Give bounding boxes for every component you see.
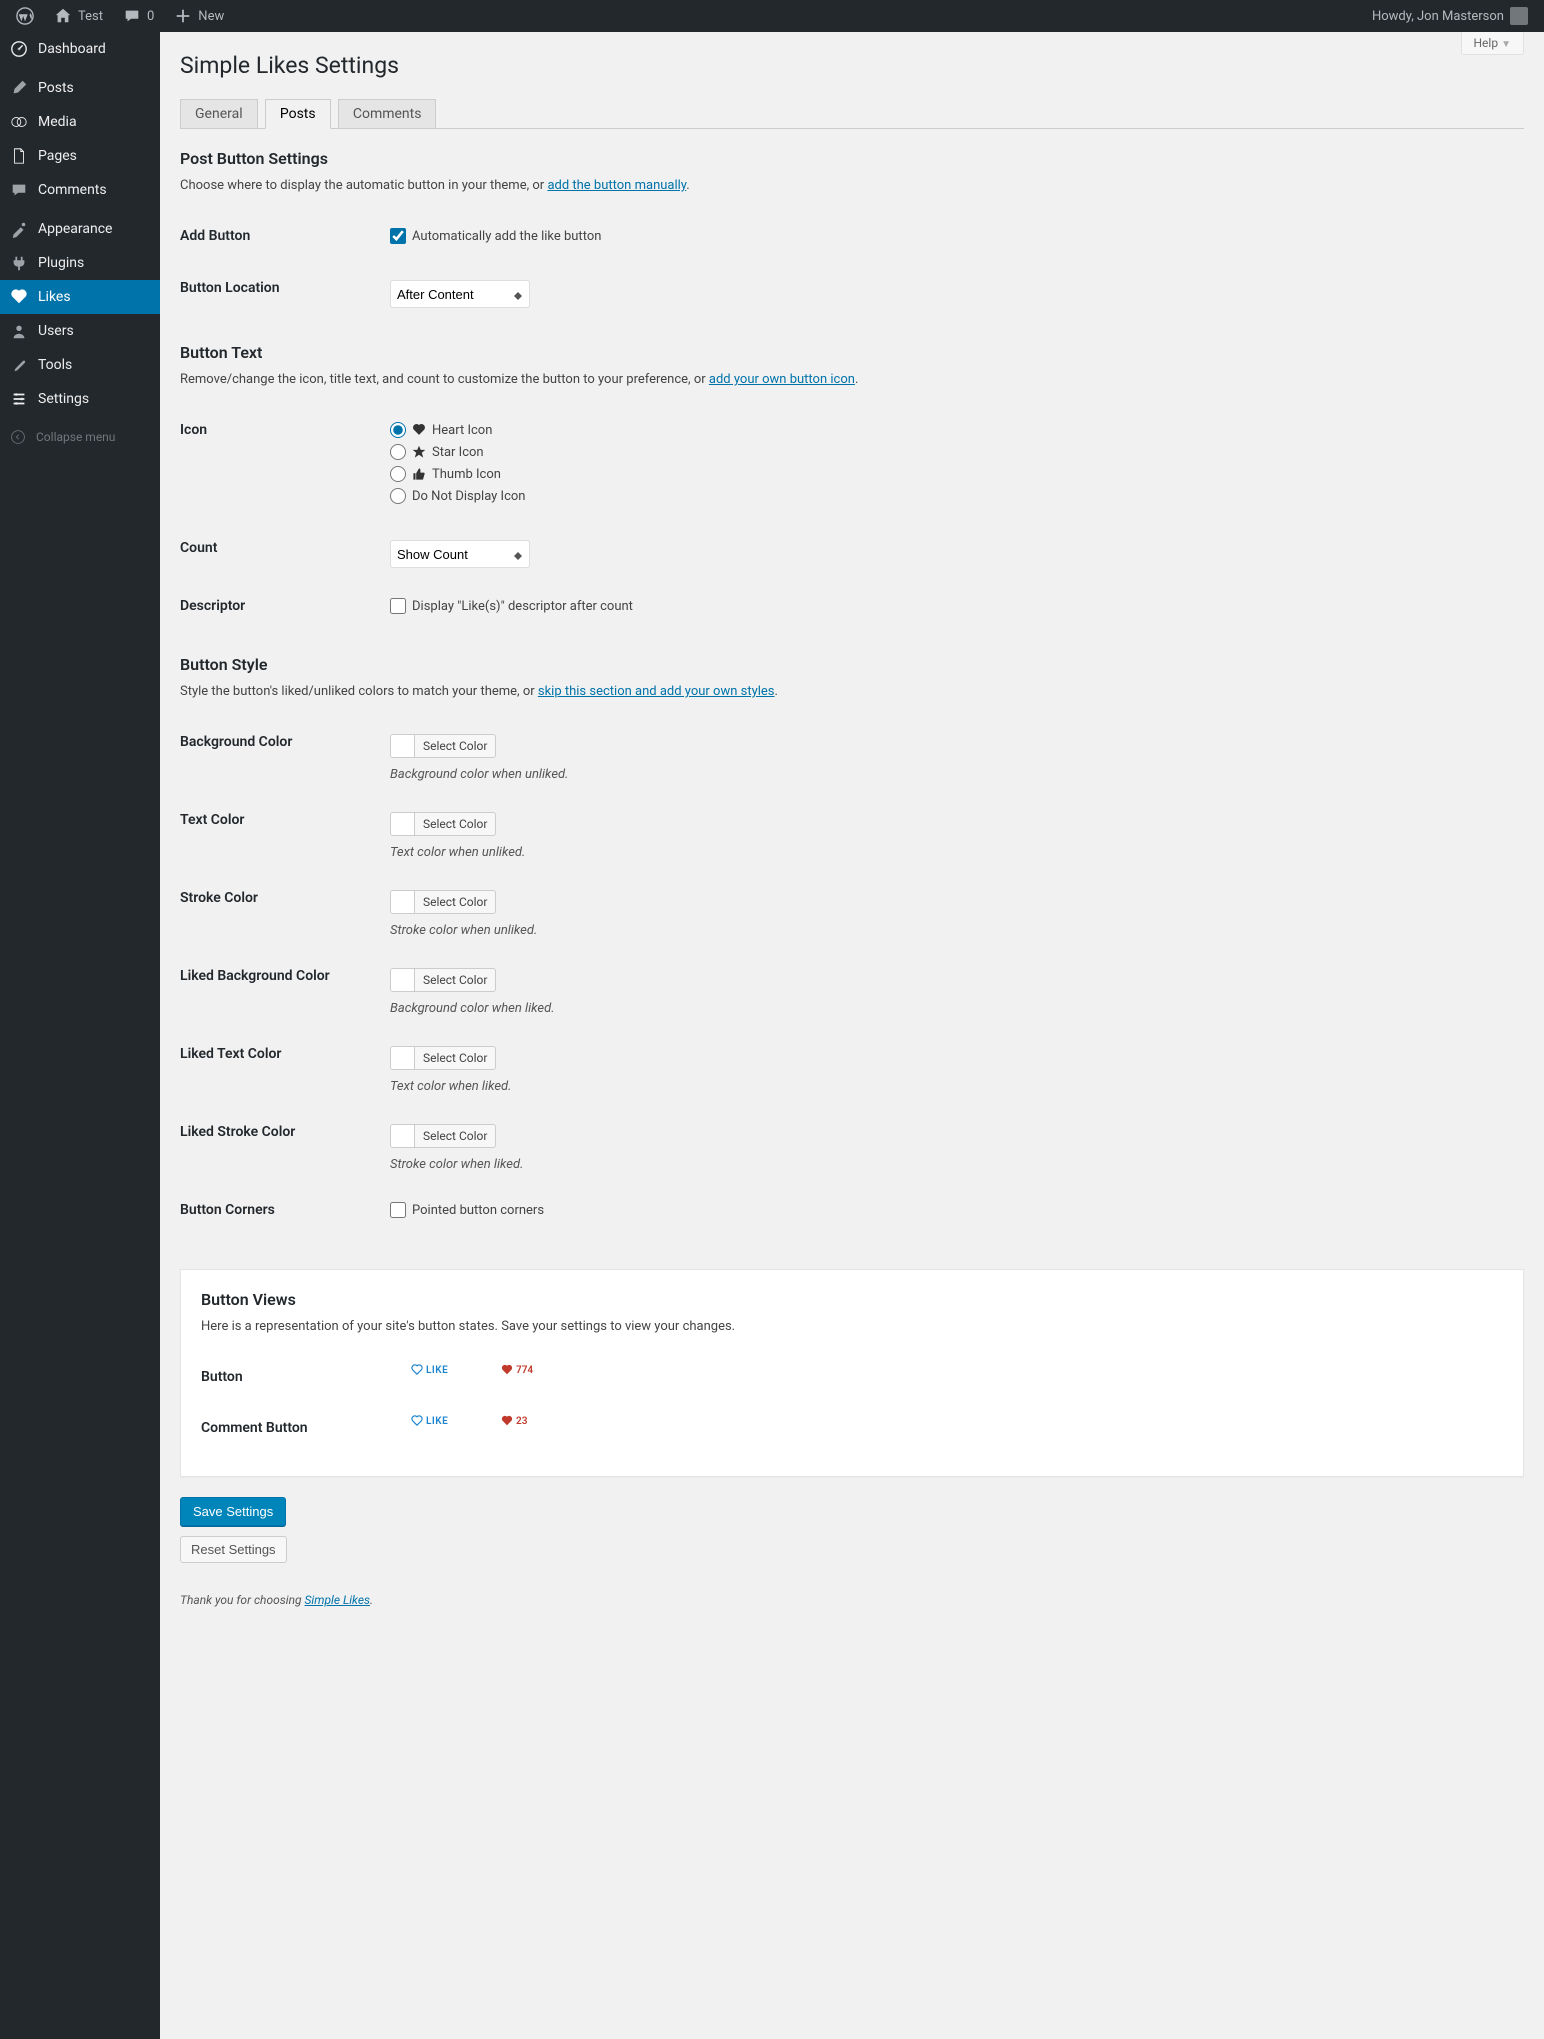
corners-checkbox-label[interactable]: Pointed button corners [390,1202,1514,1218]
icon-heart-option[interactable]: Heart Icon [390,422,1514,438]
add-manually-link[interactable]: add the button manually [547,178,686,193]
howdy-text: Howdy, Jon Masterson [1372,9,1504,24]
reset-settings-button[interactable]: Reset Settings [180,1536,287,1563]
color-swatch [391,1047,415,1069]
preview-button-label: Button [201,1354,401,1405]
wp-logo[interactable] [8,0,42,32]
menu-media[interactable]: Media [0,105,160,139]
post-button-intro: Choose where to display the automatic bu… [180,178,1524,193]
chevron-down-icon: ▼ [1501,39,1511,50]
menu-dashboard[interactable]: Dashboard [0,32,160,66]
section-button-text: Button Text [180,343,1524,362]
color-swatch [391,735,415,757]
liked-stroke-desc: Stroke color when liked. [390,1157,1514,1172]
menu-pages[interactable]: Pages [0,139,160,173]
tab-posts[interactable]: Posts [265,99,331,129]
menu-posts[interactable]: Posts [0,71,160,105]
menu-collapse[interactable]: Collapse menu [0,421,160,453]
color-swatch [391,969,415,991]
text-color-label: Text Color [180,797,380,875]
site-name: Test [78,9,103,24]
liked-bg-desc: Background color when liked. [390,1001,1514,1016]
corners-checkbox[interactable] [390,1202,406,1218]
tab-general[interactable]: General [180,99,258,129]
descriptor-checkbox[interactable] [390,598,406,614]
color-swatch [391,813,415,835]
avatar [1510,7,1528,25]
footer-text: Thank you for choosing Simple Likes. [180,1593,1524,1607]
menu-tools[interactable]: Tools [0,348,160,382]
button-text-intro: Remove/change the icon, title text, and … [180,372,1524,387]
descriptor-checkbox-label[interactable]: Display "Like(s)" descriptor after count [390,598,1514,614]
bg-color-button[interactable]: Select Color [390,734,496,758]
corners-label: Button Corners [180,1187,380,1239]
comment-like-button-preview[interactable]: LIKE [411,1415,448,1427]
section-post-button: Post Button Settings [180,149,1524,168]
liked-button-preview[interactable]: 774 [501,1364,533,1376]
add-button-checkbox-label[interactable]: Automatically add the like button [390,228,1514,244]
howdy-link[interactable]: Howdy, Jon Masterson [1364,0,1536,32]
icon-star-radio[interactable] [390,444,406,460]
button-location-select[interactable]: After Content [390,280,530,308]
icon-heart-radio[interactable] [390,422,406,438]
menu-users[interactable]: Users [0,314,160,348]
liked-stroke-label: Liked Stroke Color [180,1109,380,1187]
text-color-desc: Text color when unliked. [390,845,1514,860]
stroke-color-desc: Stroke color when unliked. [390,923,1514,938]
button-location-label: Button Location [180,265,380,323]
descriptor-label: Descriptor [180,583,380,635]
like-button-preview[interactable]: LIKE [411,1364,448,1376]
liked-bg-label: Liked Background Color [180,953,380,1031]
menu-settings[interactable]: Settings [0,382,160,416]
icon-none-radio[interactable] [390,488,406,504]
bg-color-desc: Background color when unliked. [390,767,1514,782]
page-title: Simple Likes Settings [180,52,1524,79]
liked-stroke-button[interactable]: Select Color [390,1124,496,1148]
site-name-link[interactable]: Test [46,0,111,32]
help-tab[interactable]: Help▼ [1461,32,1525,55]
icon-label: Icon [180,407,380,525]
comments-link[interactable]: 0 [115,0,162,32]
color-swatch [391,1125,415,1147]
star-icon [412,445,426,459]
liked-text-button[interactable]: Select Color [390,1046,496,1070]
save-settings-button[interactable]: Save Settings [180,1497,286,1526]
section-button-style: Button Style [180,655,1524,674]
preview-comment-label: Comment Button [201,1405,401,1456]
menu-appearance[interactable]: Appearance [0,212,160,246]
comment-count: 0 [147,9,154,24]
comment-liked-button-preview[interactable]: 23 [501,1415,527,1427]
new-label: New [198,9,224,24]
count-select[interactable]: Show Count [390,540,530,568]
count-label: Count [180,525,380,583]
liked-text-desc: Text color when liked. [390,1079,1514,1094]
tab-comments[interactable]: Comments [338,99,437,129]
stroke-color-label: Stroke Color [180,875,380,953]
icon-star-option[interactable]: Star Icon [390,444,1514,460]
own-icon-link[interactable]: add your own button icon [709,372,855,387]
bg-color-label: Background Color [180,719,380,797]
icon-thumb-radio[interactable] [390,466,406,482]
color-swatch [391,891,415,913]
new-link[interactable]: New [166,0,232,32]
menu-plugins[interactable]: Plugins [0,246,160,280]
icon-thumb-option[interactable]: Thumb Icon [390,466,1514,482]
stroke-color-button[interactable]: Select Color [390,890,496,914]
skip-styles-link[interactable]: skip this section and add your own style… [538,684,775,699]
liked-text-label: Liked Text Color [180,1031,380,1109]
add-button-label: Add Button [180,213,380,265]
button-style-intro: Style the button's liked/unliked colors … [180,684,1524,699]
liked-bg-button[interactable]: Select Color [390,968,496,992]
text-color-button[interactable]: Select Color [390,812,496,836]
button-views-box: Button Views Here is a representation of… [180,1269,1524,1477]
menu-likes[interactable]: Likes [0,280,160,314]
menu-comments[interactable]: Comments [0,173,160,207]
button-views-intro: Here is a representation of your site's … [201,1319,1503,1334]
add-button-checkbox[interactable] [390,228,406,244]
thumb-icon [412,467,426,481]
button-views-heading: Button Views [201,1290,1503,1309]
icon-none-option[interactable]: Do Not Display Icon [390,488,1514,504]
heart-icon [412,423,426,437]
simple-likes-link[interactable]: Simple Likes [305,1593,371,1607]
